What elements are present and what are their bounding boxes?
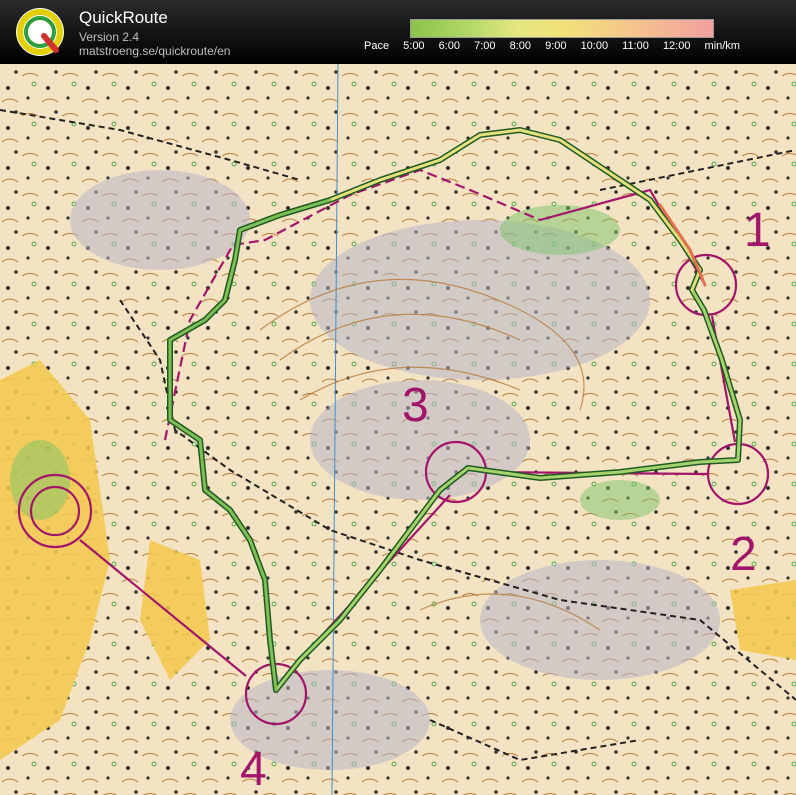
control-number-3: 3 [402, 379, 429, 432]
pace-unit: min/km [704, 40, 740, 52]
map-canvas: 1 2 3 4 [0, 64, 796, 795]
control-number-1: 1 [744, 204, 771, 257]
pace-tick: 7:00 [474, 40, 496, 52]
pace-tick: 9:00 [545, 40, 567, 52]
pace-tick: 8:00 [509, 40, 532, 52]
app-header: QuickRoute Version 2.4 matstroeng.se/qui… [0, 0, 796, 64]
quickroute-logo-icon [16, 8, 64, 56]
app-url[interactable]: matstroeng.se/quickroute/en [79, 44, 230, 58]
pace-color-scale [410, 19, 714, 38]
pace-tick: 11:00 [622, 40, 649, 52]
control-number-4: 4 [240, 743, 267, 795]
pace-legend: Pace 5:00 6:00 7:00 8:00 9:00 10:00 11:0… [364, 40, 751, 52]
pace-tick: 6:00 [438, 40, 461, 52]
pace-tick: 10:00 [580, 40, 609, 52]
control-number-2: 2 [730, 528, 757, 581]
orienteering-map[interactable]: 1 2 3 4 [0, 64, 796, 795]
app-title: QuickRoute [79, 8, 168, 27]
app-version: Version 2.4 [79, 30, 140, 44]
pace-tick: 12:00 [662, 40, 691, 52]
pace-label: Pace [364, 40, 390, 52]
pace-tick: 5:00 [403, 40, 425, 52]
